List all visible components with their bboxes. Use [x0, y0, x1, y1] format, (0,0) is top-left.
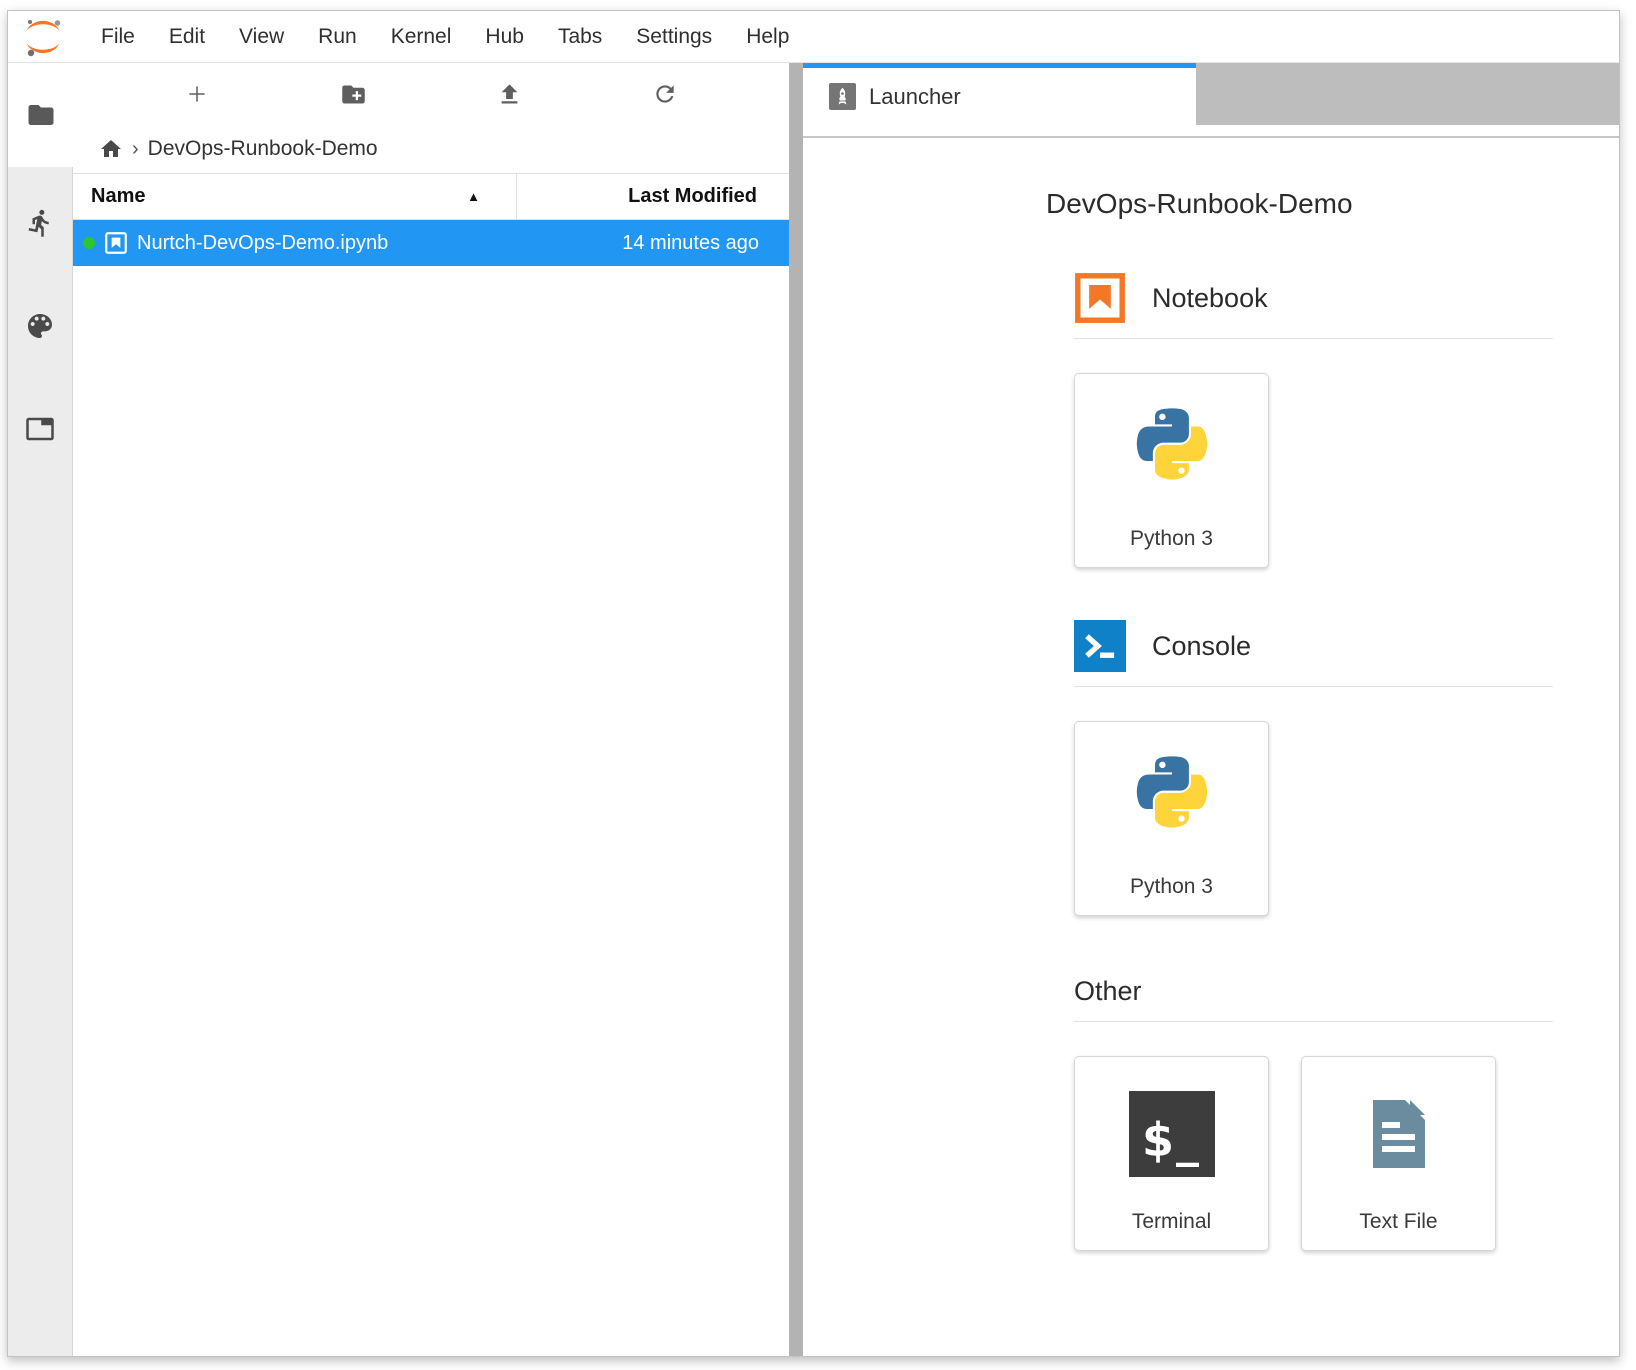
modified-column-header[interactable]: Last Modified	[517, 174, 789, 219]
folder-icon	[26, 100, 56, 130]
terminal-icon: $_	[1129, 1091, 1215, 1177]
file-row-selected[interactable]: Nurtch-DevOps-Demo.ipynb 14 minutes ago	[73, 220, 789, 266]
tab-launcher[interactable]: Launcher	[803, 63, 1196, 125]
card-label-python3: Python 3	[1130, 527, 1213, 551]
menu-help[interactable]: Help	[729, 25, 806, 49]
file-row-name-cell: Nurtch-DevOps-Demo.ipynb	[73, 230, 517, 256]
section-console-label: Console	[1152, 631, 1251, 662]
jupyter-logo-icon	[20, 14, 66, 60]
section-notebook-header: Notebook	[1074, 272, 1553, 324]
menu-file[interactable]: File	[84, 25, 152, 49]
section-divider	[1074, 686, 1553, 687]
running-sessions-icon[interactable]	[25, 208, 55, 238]
section-console-header: Console	[1074, 620, 1553, 672]
menu-kernel[interactable]: Kernel	[374, 25, 469, 49]
main-area: › DevOps-Runbook-Demo Name ▲ Last Modifi…	[8, 63, 1619, 1356]
file-name: Nurtch-DevOps-Demo.ipynb	[137, 232, 388, 255]
menu-bar: File Edit View Run Kernel Hub Tabs Setti…	[8, 11, 1619, 63]
card-label-terminal: Terminal	[1132, 1210, 1211, 1234]
section-divider	[1074, 338, 1553, 339]
refresh-icon	[652, 81, 678, 107]
notebook-file-icon	[103, 230, 129, 256]
breadcrumb: › DevOps-Runbook-Demo	[73, 125, 789, 173]
kernel-running-dot-icon	[83, 237, 95, 249]
card-label-text-file: Text File	[1359, 1210, 1437, 1234]
modified-header-label: Last Modified	[628, 185, 757, 208]
new-folder-icon	[340, 81, 367, 108]
text-file-icon	[1355, 1090, 1443, 1178]
file-modified: 14 minutes ago	[517, 232, 789, 255]
name-header-label: Name	[91, 185, 145, 208]
launcher-rocket-icon	[829, 83, 856, 110]
launcher-card-terminal[interactable]: $_ Terminal	[1074, 1056, 1269, 1251]
menu-run[interactable]: Run	[301, 25, 374, 49]
file-list-empty-area	[73, 266, 789, 1356]
launcher-card-text-file[interactable]: Text File	[1301, 1056, 1496, 1251]
notebook-section-icon	[1074, 272, 1126, 324]
sort-ascending-icon: ▲	[467, 189, 480, 204]
new-folder-button[interactable]	[339, 80, 367, 108]
breadcrumb-separator: ›	[132, 138, 139, 161]
sidebar-item-file-browser[interactable]	[8, 63, 73, 167]
refresh-button[interactable]	[651, 80, 679, 108]
section-other-label: Other	[1074, 976, 1142, 1007]
home-icon[interactable]	[99, 137, 123, 161]
activity-bar-items	[8, 167, 72, 1356]
menu-edit[interactable]: Edit	[152, 25, 222, 49]
upload-button[interactable]	[495, 80, 523, 108]
tab-launcher-label: Launcher	[869, 84, 961, 110]
menu-hub[interactable]: Hub	[468, 25, 541, 49]
section-notebook-label: Notebook	[1152, 283, 1268, 314]
plus-icon	[184, 81, 210, 107]
section-other-header: Other	[1074, 976, 1553, 1007]
dock-tab-bar: Launcher	[803, 63, 1619, 125]
name-column-header[interactable]: Name ▲	[73, 174, 517, 219]
launcher-cwd-title: DevOps-Runbook-Demo	[1046, 188, 1553, 220]
console-section-icon	[1074, 620, 1126, 672]
launcher-card-notebook-python3[interactable]: Python 3	[1074, 373, 1269, 568]
python-logo-icon	[1128, 407, 1216, 495]
dock-content-divider	[803, 125, 1619, 138]
menu-settings[interactable]: Settings	[619, 25, 729, 49]
console-cards: Python 3	[1074, 721, 1553, 916]
card-label-python3: Python 3	[1130, 875, 1213, 899]
file-list-header: Name ▲ Last Modified	[73, 173, 789, 220]
file-browser-panel: › DevOps-Runbook-Demo Name ▲ Last Modifi…	[73, 63, 789, 1356]
menu-view[interactable]: View	[222, 25, 301, 49]
open-tabs-icon[interactable]	[25, 414, 55, 444]
other-cards: $_ Terminal	[1074, 1056, 1553, 1251]
new-launcher-button[interactable]	[183, 80, 211, 108]
menu-tabs[interactable]: Tabs	[541, 25, 619, 49]
activity-bar	[8, 63, 73, 1356]
section-divider	[1074, 1021, 1553, 1022]
launcher-body: DevOps-Runbook-Demo Notebook	[803, 138, 1619, 1356]
upload-icon	[496, 81, 523, 108]
menu-items: File Edit View Run Kernel Hub Tabs Setti…	[84, 25, 806, 49]
panel-splitter[interactable]	[789, 63, 803, 1356]
launcher-card-console-python3[interactable]: Python 3	[1074, 721, 1269, 916]
file-browser-toolbar	[73, 63, 789, 125]
notebook-cards: Python 3	[1074, 373, 1553, 568]
jupyterlab-window: File Edit View Run Kernel Hub Tabs Setti…	[7, 10, 1620, 1357]
main-dock-panel: Launcher DevOps-Runbook-Demo Notebook	[803, 63, 1619, 1356]
breadcrumb-current-folder[interactable]: DevOps-Runbook-Demo	[148, 137, 378, 161]
python-logo-icon	[1128, 755, 1216, 843]
commands-palette-icon[interactable]	[24, 310, 56, 342]
